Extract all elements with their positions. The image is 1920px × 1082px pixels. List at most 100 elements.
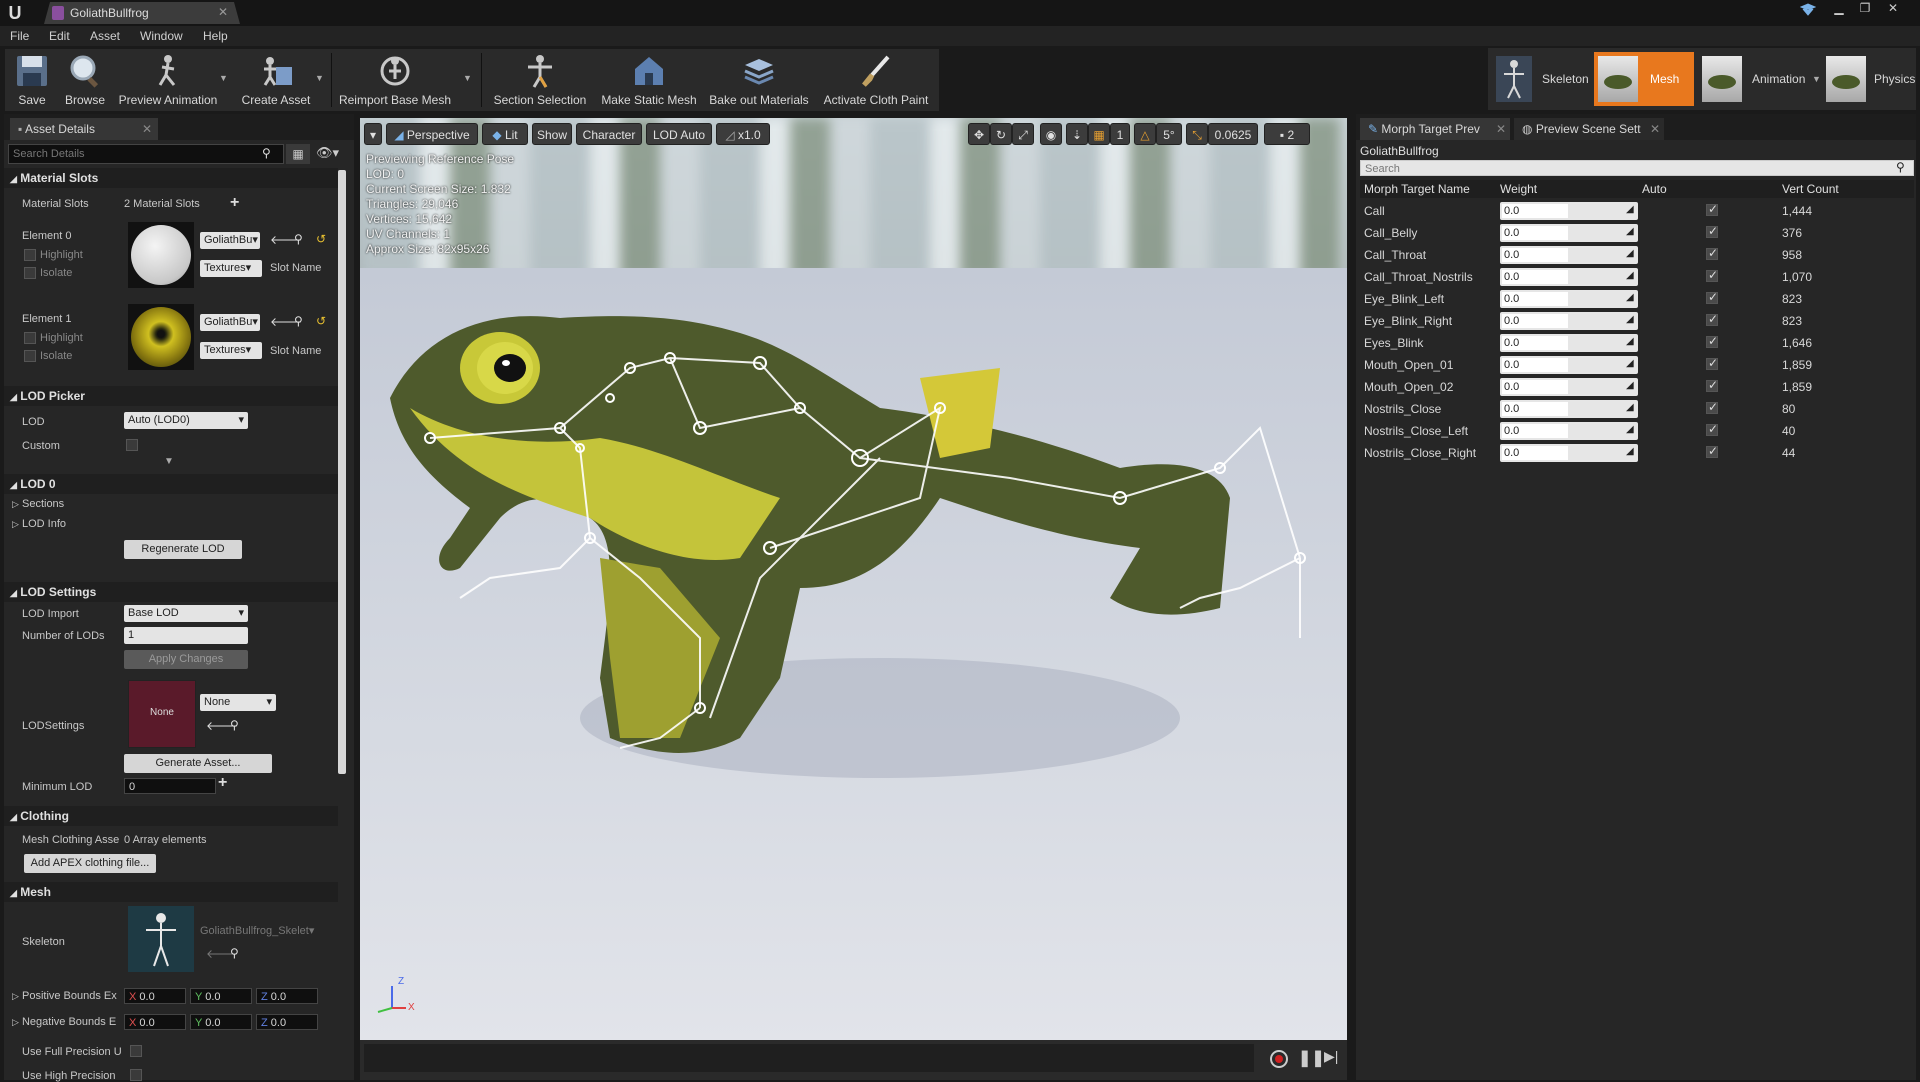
weight-slider[interactable]: 0.0 ◢ (1500, 444, 1638, 462)
weight-drag-icon[interactable]: ◢ (1626, 446, 1634, 457)
playback-speed-button[interactable]: ◿ x1.0 (716, 123, 770, 145)
add-platform-override-icon[interactable]: + (218, 774, 227, 792)
menu-edit[interactable]: Edit (49, 29, 70, 43)
weight-value[interactable]: 0.0 (1502, 248, 1568, 262)
weight-slider[interactable]: 0.0 ◢ (1500, 290, 1638, 308)
positive-bounds-y-input[interactable]: Y 0.0 (190, 988, 252, 1004)
details-scrollbar[interactable] (338, 170, 346, 774)
weight-slider[interactable]: 0.0 ◢ (1500, 378, 1638, 396)
surface-snap-icon[interactable]: ⇣ (1066, 123, 1088, 145)
col-vert-count[interactable]: Vert Count (1782, 182, 1839, 196)
negative-bounds-x-input[interactable]: X 0.0 (124, 1014, 186, 1030)
isolate-checkbox[interactable] (24, 267, 36, 279)
maximize-button[interactable]: ❐ (1852, 0, 1878, 16)
mesh-header[interactable]: ◢ Mesh (4, 882, 338, 902)
lod-auto-button[interactable]: LOD Auto (646, 123, 712, 145)
view-options-eye-icon[interactable]: 👁▾ (316, 145, 339, 161)
create-asset-dropdown-icon[interactable]: ▼ (315, 73, 324, 83)
negative-bounds-y-input[interactable]: Y 0.0 (190, 1014, 252, 1030)
use-full-precision-checkbox[interactable] (130, 1045, 142, 1057)
menu-help[interactable]: Help (203, 29, 228, 43)
character-button[interactable]: Character (576, 123, 642, 145)
weight-drag-icon[interactable]: ◢ (1626, 270, 1634, 281)
highlight-checkbox[interactable] (24, 332, 36, 344)
isolate-checkbox[interactable] (24, 350, 36, 362)
weight-drag-icon[interactable]: ◢ (1626, 358, 1634, 369)
mode-physics[interactable]: Physics (1822, 52, 1915, 106)
mode-animation[interactable]: Animation ▼ (1698, 52, 1822, 106)
lit-button[interactable]: ◆ Lit (482, 123, 528, 145)
auto-checkbox[interactable] (1706, 422, 1718, 436)
lod-settings-header[interactable]: ◢ LOD Settings (4, 582, 338, 602)
scale-snap-value[interactable]: 0.0625 (1208, 123, 1258, 145)
weight-drag-icon[interactable]: ◢ (1626, 204, 1634, 215)
lod-dropdown[interactable]: Auto (LOD0) ▾ (124, 412, 248, 429)
animation-dropdown-icon[interactable]: ▼ (1812, 74, 1821, 84)
weight-drag-icon[interactable]: ◢ (1626, 314, 1634, 325)
browse-button[interactable]: Browse (57, 49, 113, 111)
clothing-header[interactable]: ◢ Clothing (4, 806, 338, 826)
auto-checkbox[interactable] (1706, 246, 1718, 260)
weight-value[interactable]: 0.0 (1502, 204, 1568, 218)
material-select[interactable]: GoliathBu▾ (200, 232, 260, 249)
weight-slider[interactable]: 0.0 ◢ (1500, 224, 1638, 242)
reimport-base-mesh-button[interactable]: Reimport Base Mesh (335, 49, 455, 111)
property-matrix-icon[interactable]: ▦ (286, 144, 310, 164)
lodsettings-asset-dropdown[interactable]: None ▾ (200, 694, 276, 711)
weight-slider[interactable]: 0.0 ◢ (1500, 312, 1638, 330)
morph-target-row[interactable]: Call_Belly 0.0 ◢ 376 (1360, 222, 1914, 244)
add-slot-icon[interactable]: + (230, 194, 239, 212)
section-selection-button[interactable]: Section Selection (489, 49, 591, 111)
weight-drag-icon[interactable]: ◢ (1626, 248, 1634, 259)
timeline-scrubber[interactable] (364, 1044, 1254, 1072)
weight-value[interactable]: 0.0 (1502, 314, 1568, 328)
morph-target-row[interactable]: Call_Throat_Nostrils 0.0 ◢ 1,070 (1360, 266, 1914, 288)
rotation-snap-icon[interactable]: △ (1134, 123, 1156, 145)
weight-drag-icon[interactable]: ◢ (1626, 424, 1634, 435)
reimport-dropdown-icon[interactable]: ▼ (463, 73, 472, 83)
auto-checkbox[interactable] (1706, 312, 1718, 326)
weight-drag-icon[interactable]: ◢ (1626, 336, 1634, 347)
weight-drag-icon[interactable]: ◢ (1626, 380, 1634, 391)
skeleton-thumbnail[interactable] (128, 906, 194, 972)
auto-checkbox[interactable] (1706, 400, 1718, 414)
activate-cloth-paint-button[interactable]: Activate Cloth Paint (819, 49, 933, 111)
world-local-icon[interactable]: ◉ (1040, 123, 1062, 145)
weight-value[interactable]: 0.0 (1502, 336, 1568, 350)
menu-asset[interactable]: Asset (90, 29, 120, 43)
morph-target-row[interactable]: Nostrils_Close_Right 0.0 ◢ 44 (1360, 442, 1914, 464)
create-asset-button[interactable]: Create Asset (233, 49, 319, 111)
auto-checkbox[interactable] (1706, 334, 1718, 348)
lod-picker-header[interactable]: ◢ LOD Picker (4, 386, 338, 406)
auto-checkbox[interactable] (1706, 444, 1718, 458)
weight-slider[interactable]: 0.0 ◢ (1500, 202, 1638, 220)
reset-yellow-arrow-icon[interactable]: ↺ (316, 232, 326, 246)
weight-value[interactable]: 0.0 (1502, 292, 1568, 306)
morph-target-row[interactable]: Call 0.0 ◢ 1,444 (1360, 200, 1914, 222)
pause-button[interactable]: ❚❚ (1298, 1048, 1325, 1068)
apply-changes-button[interactable]: Apply Changes (124, 650, 248, 669)
weight-value[interactable]: 0.0 (1502, 446, 1568, 460)
weight-drag-icon[interactable]: ◢ (1626, 402, 1634, 413)
highlight-checkbox[interactable] (24, 249, 36, 261)
sections-item[interactable]: ▷ Sections (12, 498, 64, 510)
make-static-mesh-button[interactable]: Make Static Mesh (597, 49, 701, 111)
weight-drag-icon[interactable]: ◢ (1626, 226, 1634, 237)
save-button[interactable]: Save (7, 49, 57, 111)
weight-value[interactable]: 0.0 (1502, 402, 1568, 416)
morph-target-row[interactable]: Eye_Blink_Left 0.0 ◢ 823 (1360, 288, 1914, 310)
auto-checkbox[interactable] (1706, 202, 1718, 216)
expand-advanced-icon[interactable]: ▼ (164, 456, 174, 467)
scale-snap-icon[interactable]: ⤡ (1186, 123, 1208, 145)
menu-file[interactable]: File (10, 29, 29, 43)
col-morph-target-name[interactable]: Morph Target Name (1364, 182, 1470, 196)
notification-icon[interactable] (1799, 3, 1817, 17)
camera-speed-button[interactable]: ▪ 2 (1264, 123, 1310, 145)
weight-slider[interactable]: 0.0 ◢ (1500, 246, 1638, 264)
close-tab-icon[interactable]: ✕ (1650, 118, 1660, 140)
minimum-lod-input[interactable]: 0 (124, 778, 216, 794)
weight-drag-icon[interactable]: ◢ (1626, 292, 1634, 303)
tab-asset-details[interactable]: ▪ Asset Details ✕ (10, 118, 158, 140)
material-thumbnail[interactable] (128, 304, 194, 370)
browse-search-icon[interactable]: ⚲ (294, 232, 303, 246)
